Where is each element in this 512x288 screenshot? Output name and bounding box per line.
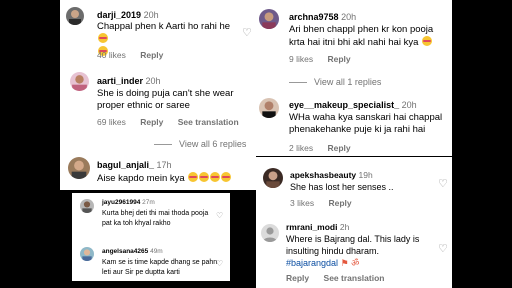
comment-header: rmrani_modi 2h: [286, 222, 349, 232]
comment-meta: 9 likes Reply: [289, 54, 363, 64]
comment-meta: 69 likes Reply See translation: [97, 117, 251, 127]
left-bottom-comments-panel: jayu2961994 27m Kurta bhej deti thi mai …: [72, 193, 230, 281]
heart-outline-icon[interactable]: ♡: [242, 28, 252, 39]
likes-count[interactable]: 2 likes: [289, 143, 313, 153]
comment-header: angelsana4265 49m: [102, 248, 163, 255]
comment-header: apekshasbeauty 19h: [290, 170, 373, 180]
laughing-emoji-icon: [199, 172, 210, 182]
view-replies-button[interactable]: View all 6 replies: [154, 139, 246, 149]
right-bottom-comments-panel: apekshasbeauty 19h She has lost her sens…: [256, 157, 452, 288]
username[interactable]: angelsana4265: [102, 248, 148, 255]
comment-text: Kurta bhej deti thi mai thoda pooja pat …: [102, 210, 209, 227]
username[interactable]: eye__makeup_specialist_: [289, 100, 399, 110]
laughing-emoji-icon: [188, 172, 199, 182]
comment-text: Ari bhen chappl phen kr kon pooja krta h…: [289, 24, 434, 48]
likes-count[interactable]: 9 likes: [289, 54, 313, 64]
comment-header: aarti_inder 20h: [97, 76, 161, 86]
laughing-emoji-icon: [210, 172, 221, 182]
right-top-comments-panel: archna9758 20h Ari bhen chappl phen kr k…: [256, 0, 452, 156]
heart-outline-icon[interactable]: ♡: [216, 212, 223, 220]
username[interactable]: aarti_inder: [97, 76, 143, 86]
timestamp: 20h: [143, 10, 159, 20]
comment-meta: 3 likes Reply: [290, 198, 364, 208]
timestamp: 20h: [401, 100, 417, 110]
timestamp: 19h: [358, 170, 373, 180]
username[interactable]: apekshasbeauty: [290, 170, 356, 180]
comment-text: She has lost her senses ..: [290, 182, 394, 192]
see-translation-link[interactable]: See translation: [324, 273, 385, 283]
laughing-emoji-icon: [221, 172, 232, 182]
likes-count[interactable]: 69 likes: [97, 117, 126, 127]
timestamp: 17h: [156, 160, 172, 170]
comment-text: WHa waha kya sanskari hai chappal phenak…: [289, 112, 443, 135]
timestamp: 27m: [142, 199, 155, 206]
avatar[interactable]: [261, 224, 279, 242]
heart-outline-icon[interactable]: ♡: [438, 244, 448, 255]
comment-meta: Reply See translation: [286, 273, 396, 283]
avatar[interactable]: [80, 199, 94, 213]
avatar[interactable]: [80, 247, 94, 261]
likes-count[interactable]: 3 likes: [290, 198, 314, 208]
laughing-emoji-icon: [98, 33, 108, 43]
avatar[interactable]: [70, 72, 89, 91]
reply-button[interactable]: Reply: [327, 54, 350, 64]
view-replies-button[interactable]: View all 1 replies: [289, 77, 381, 87]
timestamp: 2h: [339, 222, 350, 232]
comment-header: jayu2961994 27m: [102, 199, 155, 206]
comment-header: bagul_anjali_ 17h: [97, 160, 172, 170]
left-top-comments-panel: darji_2019 20h Chappal phen k Aarti ho r…: [60, 0, 256, 190]
reply-button[interactable]: Reply: [328, 198, 351, 208]
heart-outline-icon[interactable]: ♡: [216, 260, 223, 268]
username[interactable]: darji_2019: [97, 10, 141, 20]
om-icon: ॐ: [351, 258, 360, 268]
hashtag-link[interactable]: #bajarangdal: [286, 258, 338, 268]
avatar[interactable]: [68, 157, 90, 179]
comment-text: Kam se is time kapde dhang se pahn leti …: [102, 259, 218, 276]
username[interactable]: bagul_anjali_: [97, 160, 154, 170]
comment-text: Where is Bajrang dal. This lady is insul…: [286, 234, 420, 268]
reply-button[interactable]: Reply: [327, 143, 350, 153]
reply-button[interactable]: Reply: [140, 50, 163, 60]
username[interactable]: rmrani_modi: [286, 222, 338, 232]
avatar[interactable]: [259, 98, 279, 118]
avatar[interactable]: [259, 9, 279, 29]
avatar[interactable]: [263, 168, 283, 188]
timestamp: 20h: [145, 76, 161, 86]
comment-header: darji_2019 20h: [97, 10, 159, 20]
divider: [289, 81, 307, 83]
divider: [154, 143, 172, 145]
heart-outline-icon[interactable]: ♡: [438, 179, 448, 190]
comment-header: eye__makeup_specialist_ 20h: [289, 100, 417, 110]
comment-text: Aise kapdo mein kya: [97, 172, 255, 185]
timestamp: 20h: [341, 12, 357, 22]
reply-button[interactable]: Reply: [140, 117, 163, 127]
flag-icon: ⚑: [340, 258, 349, 268]
timestamp: 49m: [150, 248, 163, 255]
see-translation-link[interactable]: See translation: [178, 117, 239, 127]
avatar[interactable]: [66, 7, 84, 25]
comment-meta: 40 likes Reply: [97, 50, 175, 60]
laughing-emoji-icon: [422, 36, 433, 46]
comment-meta: 2 likes Reply: [289, 143, 363, 153]
comment-text: She is doing puja can't she wear proper …: [97, 88, 234, 111]
username[interactable]: jayu2961994: [102, 199, 140, 206]
likes-count[interactable]: 40 likes: [97, 50, 126, 60]
username[interactable]: archna9758: [289, 12, 339, 22]
comment-header: archna9758 20h: [289, 12, 356, 22]
reply-button[interactable]: Reply: [286, 273, 309, 283]
